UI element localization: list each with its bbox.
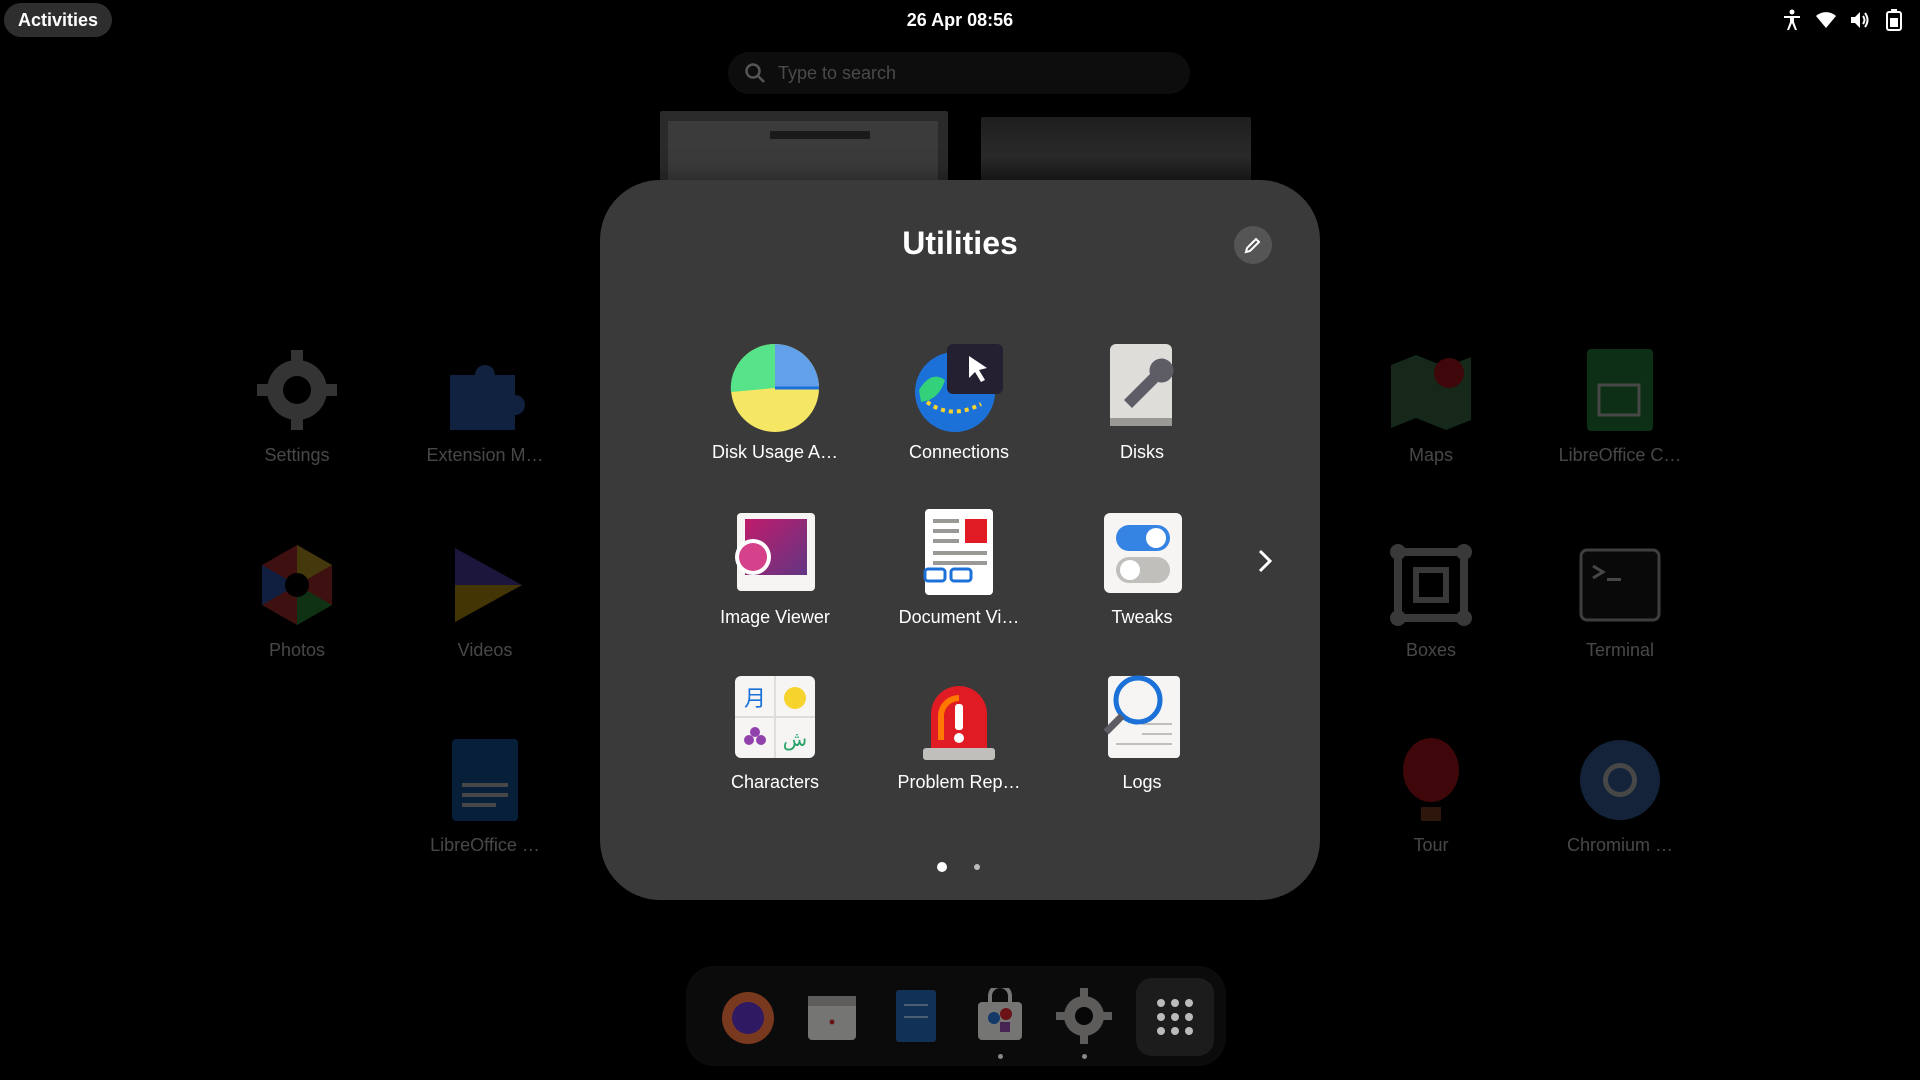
- disks-icon: [1094, 340, 1190, 436]
- search-bar[interactable]: [728, 52, 1190, 94]
- chromium-icon: [1575, 735, 1665, 825]
- volume-icon[interactable]: [1848, 8, 1872, 32]
- app-photos[interactable]: Photos: [222, 540, 372, 661]
- app-connections[interactable]: Connections: [874, 340, 1044, 463]
- svg-text:月: 月: [744, 687, 766, 712]
- app-image-viewer[interactable]: Image Viewer: [690, 505, 860, 628]
- chevron-right-icon: [1258, 549, 1273, 573]
- app-document-viewer[interactable]: Document Vi…: [874, 505, 1044, 628]
- balloon-icon: [1386, 735, 1476, 825]
- app-libreoffice-writer[interactable]: LibreOffice …: [410, 735, 560, 856]
- app-boxes[interactable]: Boxes: [1356, 540, 1506, 661]
- app-grid-icon: [1157, 999, 1193, 1035]
- app-libreoffice-calc[interactable]: LibreOffice C…: [1545, 345, 1695, 466]
- rename-folder-button[interactable]: [1234, 226, 1272, 264]
- top-bar: Activities 26 Apr 08:56: [0, 0, 1920, 40]
- maps-icon: [1386, 345, 1476, 435]
- calc-icon: [1575, 345, 1665, 435]
- search-input[interactable]: [778, 62, 1158, 84]
- videos-icon: [440, 540, 530, 630]
- battery-icon[interactable]: [1882, 8, 1906, 32]
- tweaks-icon: [1094, 505, 1190, 601]
- disk-usage-icon: [727, 340, 823, 436]
- app-settings[interactable]: Settings: [222, 345, 372, 466]
- writer-icon: [440, 735, 530, 825]
- puzzle-icon: [440, 345, 530, 435]
- terminal-icon: [1575, 540, 1665, 630]
- boxes-icon: [1386, 540, 1476, 630]
- clock[interactable]: 26 Apr 08:56: [0, 10, 1920, 31]
- settings-icon[interactable]: [1052, 984, 1116, 1048]
- app-problem-reporting[interactable]: Problem Rep…: [874, 670, 1044, 793]
- app-terminal[interactable]: Terminal: [1545, 540, 1695, 661]
- app-chromium[interactable]: Chromium …: [1545, 735, 1695, 856]
- folder-title[interactable]: Utilities: [600, 225, 1320, 262]
- logs-icon: [1094, 670, 1190, 766]
- app-extension-manager[interactable]: Extension M…: [410, 345, 560, 466]
- calendar-icon[interactable]: [800, 984, 864, 1048]
- search-icon: [745, 63, 765, 83]
- page-indicator-1[interactable]: [937, 862, 947, 872]
- show-apps-button[interactable]: [1136, 978, 1214, 1056]
- text-editor-icon[interactable]: [884, 984, 948, 1048]
- app-videos[interactable]: Videos: [410, 540, 560, 661]
- window-thumbnail[interactable]: [660, 111, 948, 181]
- svg-text:ش: ش: [783, 727, 807, 751]
- utilities-folder: Utilities Disk Usage A… Connections Disk…: [600, 180, 1320, 900]
- dash: [686, 966, 1226, 1066]
- running-indicator: [998, 1054, 1003, 1059]
- characters-icon: 月ش: [727, 670, 823, 766]
- app-tour[interactable]: Tour: [1356, 735, 1506, 856]
- page-indicator-2[interactable]: [974, 864, 980, 870]
- app-disk-usage-analyzer[interactable]: Disk Usage A…: [690, 340, 860, 463]
- app-tweaks[interactable]: Tweaks: [1057, 505, 1227, 628]
- alarm-icon: [911, 670, 1007, 766]
- wifi-icon[interactable]: [1814, 8, 1838, 32]
- connections-icon: [911, 340, 1007, 436]
- app-maps[interactable]: Maps: [1356, 345, 1506, 466]
- app-characters[interactable]: 月ش Characters: [690, 670, 860, 793]
- image-viewer-icon: [727, 505, 823, 601]
- gear-icon: [252, 345, 342, 435]
- firefox-icon[interactable]: [716, 984, 780, 1048]
- app-logs[interactable]: Logs: [1057, 670, 1227, 793]
- running-indicator: [1082, 1054, 1087, 1059]
- system-status-area[interactable]: [1780, 8, 1906, 32]
- accessibility-icon[interactable]: [1780, 8, 1804, 32]
- document-viewer-icon: [911, 505, 1007, 601]
- workspace-thumbnail[interactable]: [981, 117, 1251, 181]
- software-icon[interactable]: [968, 984, 1032, 1048]
- pencil-icon: [1244, 237, 1261, 254]
- next-page-button[interactable]: [1250, 546, 1280, 576]
- app-disks[interactable]: Disks: [1057, 340, 1227, 463]
- photos-icon: [252, 540, 342, 630]
